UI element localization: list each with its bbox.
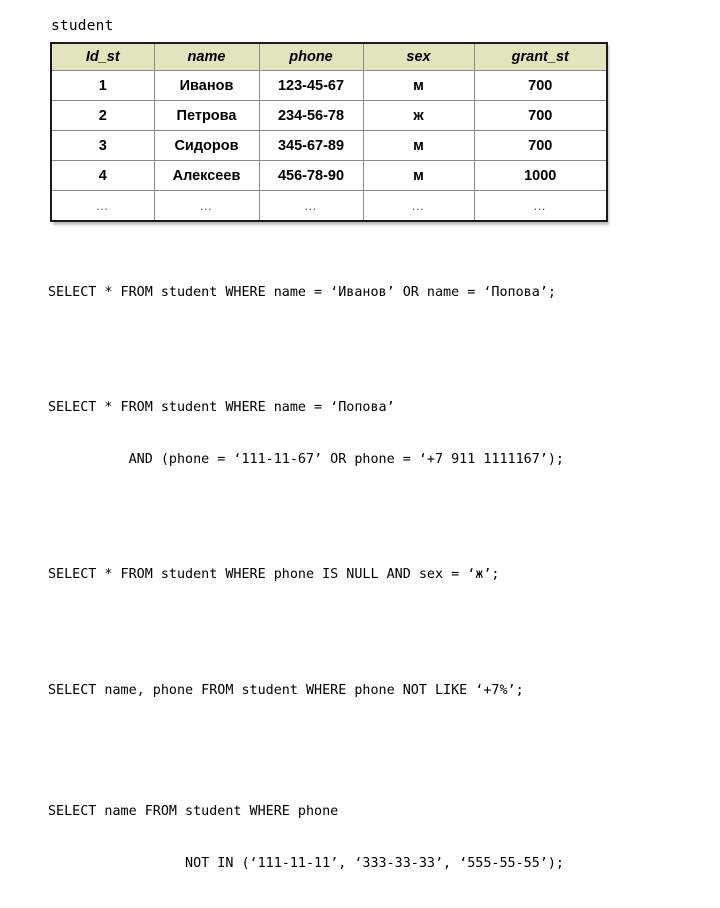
sql-line: SELECT * FROM student WHERE name = ‘Иван… bbox=[48, 285, 556, 300]
sql-statements-block: SELECT * FROM student WHERE name = ‘Иван… bbox=[48, 249, 708, 908]
student-table: Id_st name phone sex grant_st 1 Иванов 1… bbox=[50, 42, 608, 222]
cell-id-st: 2 bbox=[50, 100, 155, 131]
table-row-ellipsis: … … … … … bbox=[50, 190, 608, 222]
table-row: 4 Алексеев 456-78-90 м 1000 bbox=[50, 160, 608, 191]
cell-name: Иванов bbox=[153, 70, 260, 101]
column-header-grant-st: grant_st bbox=[473, 42, 608, 71]
table-row: 2 Петрова 234-56-78 ж 700 bbox=[50, 100, 608, 131]
sql-statement-1: SELECT * FROM student WHERE name = ‘Иван… bbox=[48, 249, 708, 337]
sql-statement-5: SELECT name FROM student WHERE phone NOT… bbox=[48, 768, 708, 908]
cell-id-st: 3 bbox=[50, 130, 155, 161]
column-header-sex: sex bbox=[362, 42, 475, 71]
cell-id-st: 1 bbox=[50, 70, 155, 101]
cell-sex: м bbox=[362, 70, 475, 101]
table-caption: student bbox=[51, 18, 114, 34]
cell-sex: м bbox=[362, 160, 475, 191]
cell-grant-st: 1000 bbox=[473, 160, 608, 191]
column-header-phone: phone bbox=[258, 42, 364, 71]
sql-line: AND (phone = ‘111-11-67’ OR phone = ‘+7 … bbox=[48, 452, 564, 467]
cell-sex: ж bbox=[362, 100, 475, 131]
cell-grant-st: … bbox=[473, 190, 608, 222]
cell-grant-st: 700 bbox=[473, 100, 608, 131]
table-header-row: Id_st name phone sex grant_st bbox=[50, 42, 608, 71]
cell-name: Сидоров bbox=[153, 130, 260, 161]
table-row: 1 Иванов 123-45-67 м 700 bbox=[50, 70, 608, 101]
column-header-id-st: Id_st bbox=[50, 42, 155, 71]
cell-phone: … bbox=[258, 190, 364, 222]
sql-line: SELECT * FROM student WHERE phone IS NUL… bbox=[48, 566, 500, 582]
sql-line: SELECT name, phone FROM student WHERE ph… bbox=[48, 683, 524, 698]
sql-line: NOT IN (‘111-11-11’, ‘333-33-33’, ‘555-5… bbox=[48, 856, 564, 871]
sql-statement-3: SELECT * FROM student WHERE phone IS NUL… bbox=[48, 531, 708, 619]
cell-grant-st: 700 bbox=[473, 70, 608, 101]
sql-line: SELECT name FROM student WHERE phone bbox=[48, 803, 339, 819]
cell-sex: м bbox=[362, 130, 475, 161]
sql-line: SELECT * FROM student WHERE name = ‘Попо… bbox=[48, 399, 395, 415]
cell-name: Алексеев bbox=[153, 160, 260, 191]
cell-phone: 345-67-89 bbox=[258, 130, 364, 161]
cell-id-st: 4 bbox=[50, 160, 155, 191]
cell-sex: … bbox=[362, 190, 475, 222]
cell-id-st: … bbox=[50, 190, 155, 222]
sql-statement-4: SELECT name, phone FROM student WHERE ph… bbox=[48, 647, 708, 735]
student-table-container: Id_st name phone sex grant_st 1 Иванов 1… bbox=[50, 42, 608, 222]
cell-grant-st: 700 bbox=[473, 130, 608, 161]
cell-phone: 456-78-90 bbox=[258, 160, 364, 191]
column-header-name: name bbox=[153, 42, 260, 71]
cell-name: Петрова bbox=[153, 100, 260, 131]
cell-phone: 123-45-67 bbox=[258, 70, 364, 101]
cell-phone: 234-56-78 bbox=[258, 100, 364, 131]
cell-name: … bbox=[153, 190, 260, 222]
table-row: 3 Сидоров 345-67-89 м 700 bbox=[50, 130, 608, 161]
sql-statement-2: SELECT * FROM student WHERE name = ‘Попо… bbox=[48, 364, 708, 504]
